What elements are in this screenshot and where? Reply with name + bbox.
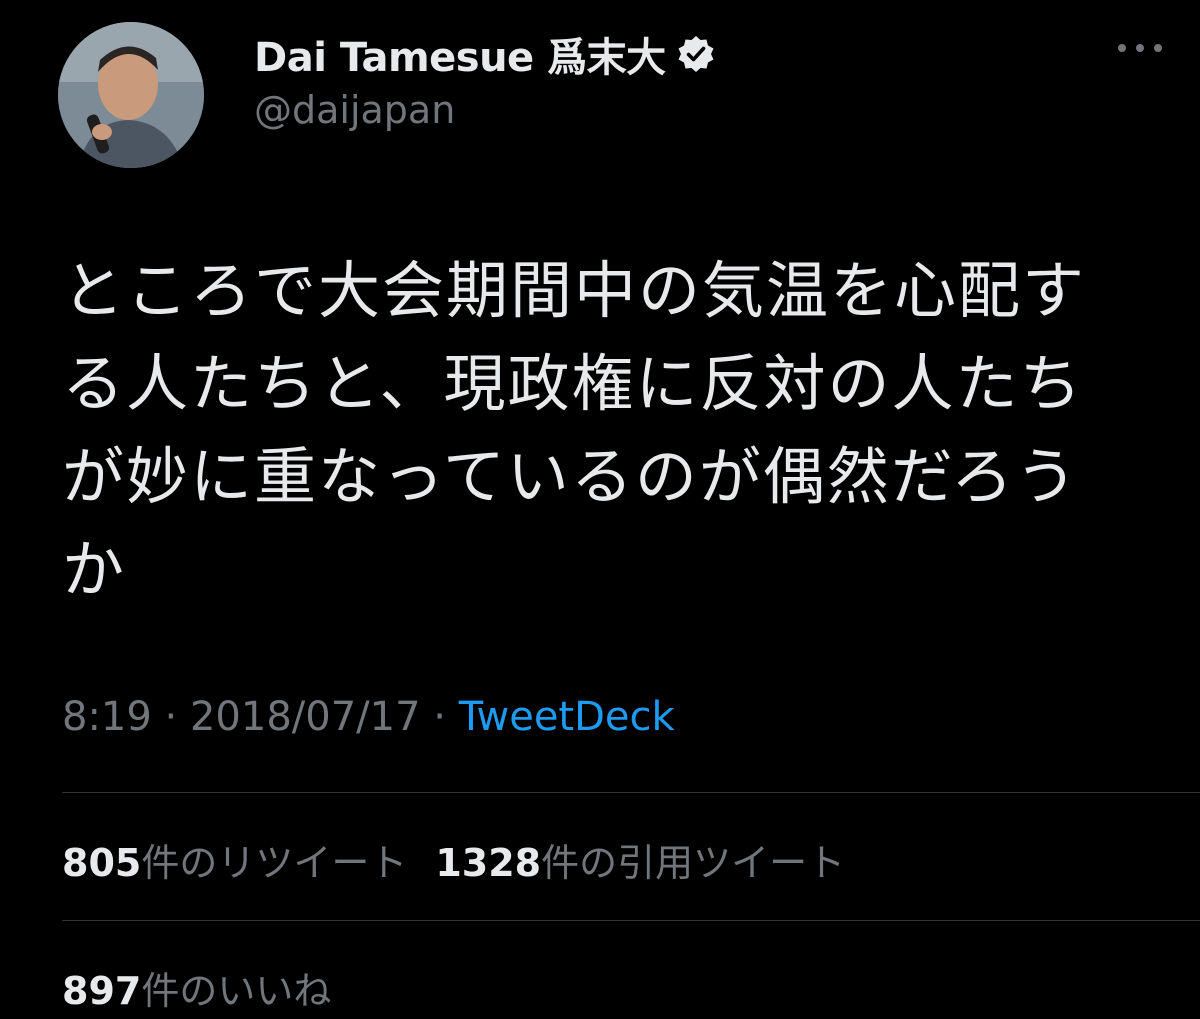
author-handle[interactable]: @daijapan bbox=[254, 88, 455, 132]
likes-stat[interactable]: 897件のいいね bbox=[62, 969, 331, 1013]
dot-icon bbox=[1118, 44, 1126, 52]
tweet-text-line: か bbox=[62, 533, 127, 606]
tweet-text: ところで大会期間中の気温を心配す る人たちと、現政権に反対の人たち が妙に重なっ… bbox=[62, 244, 1122, 616]
dot-icon bbox=[1154, 44, 1162, 52]
tweet-date[interactable]: 2018/07/17 bbox=[190, 694, 421, 740]
more-options-icon[interactable] bbox=[1118, 36, 1162, 60]
likes-stats-row: 897件のいいね bbox=[62, 960, 359, 1015]
avatar[interactable] bbox=[58, 22, 204, 168]
profile-photo bbox=[58, 22, 204, 168]
dot-icon bbox=[1136, 44, 1144, 52]
retweets-stat[interactable]: 805件のリツイート bbox=[62, 841, 407, 885]
retweets-label: 件のリツイート bbox=[141, 841, 408, 885]
divider bbox=[62, 920, 1200, 921]
meta-separator: · bbox=[151, 694, 190, 740]
tweet-text-line: る人たちと、現政権に反対の人たち bbox=[62, 347, 1084, 420]
likes-count: 897 bbox=[62, 969, 142, 1013]
retweets-count: 805 bbox=[62, 841, 142, 885]
tweet-meta: 8:19 · 2018/07/17 · TweetDeck bbox=[62, 694, 675, 740]
meta-separator: · bbox=[420, 694, 459, 740]
quotes-label: 件の引用ツイート bbox=[541, 841, 846, 885]
tweet-text-line: が妙に重なっているのが偶然だろう bbox=[62, 440, 1080, 513]
quotes-count: 1328 bbox=[435, 841, 542, 885]
tweet-text-line: ところで大会期間中の気温を心配す bbox=[62, 254, 1087, 327]
quotes-stat[interactable]: 1328件の引用ツイート bbox=[435, 841, 845, 885]
tweet-time[interactable]: 8:19 bbox=[62, 694, 152, 740]
likes-label: 件のいいね bbox=[141, 969, 332, 1013]
verified-badge-icon bbox=[676, 34, 716, 74]
tweet-source-link[interactable]: TweetDeck bbox=[459, 694, 675, 740]
author-name-row[interactable]: Dai Tamesue 爲末大 bbox=[254, 26, 716, 82]
divider bbox=[62, 792, 1200, 793]
display-name[interactable]: Dai Tamesue 爲末大 bbox=[254, 25, 666, 83]
engagement-stats-row: 805件のリツイート 1328件の引用ツイート bbox=[62, 832, 873, 887]
